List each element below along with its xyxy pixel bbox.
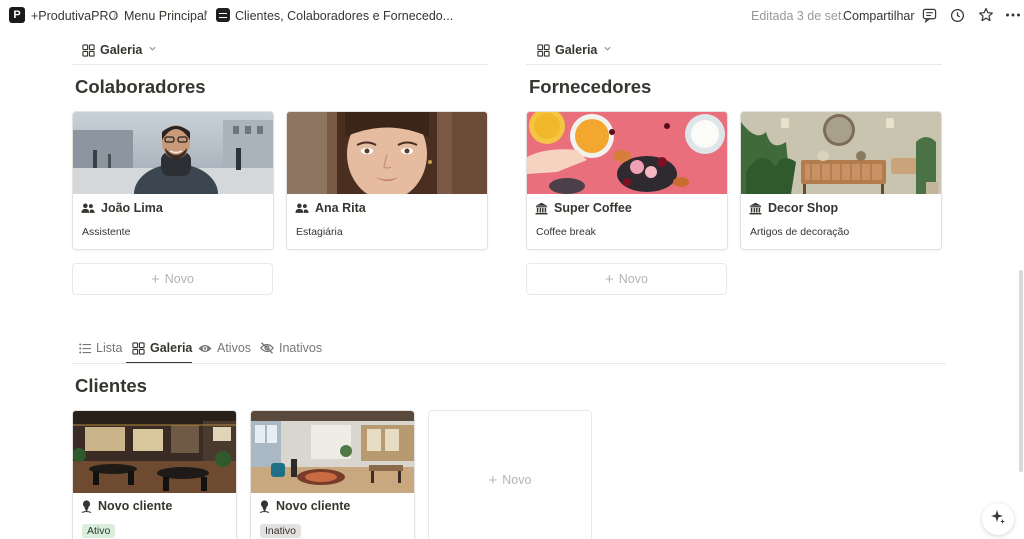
history-clock-icon[interactable] [948,6,966,24]
colaborador-photo [73,112,273,224]
colaborador-name-label: João Lima [101,201,163,215]
tab-inativos[interactable]: Inativos [260,341,322,355]
edited-timestamp: Editada 3 de set. [751,9,845,23]
plus-icon: + [605,270,614,288]
fornecedores-title: Fornecedores [529,76,652,97]
view-label: Galeria [100,43,143,57]
cliente-photo [251,411,414,493]
new-label: Novo [618,272,648,286]
plus-icon: + [488,471,498,489]
bank-building-icon [749,202,762,215]
clientes-new-button[interactable]: + Novo [428,410,592,539]
comments-icon[interactable] [920,6,938,24]
top-bar: P +ProdutivaPRO / Menu Principal / Clien… [0,0,1024,32]
fornecedor-name-label: Super Coffee [554,201,632,215]
cliente-name-label: Novo cliente [276,499,351,513]
status-badge-active: Ativo [82,524,116,538]
share-button[interactable]: Compartilhar [843,9,915,23]
gallery-icon [132,341,145,355]
tab-label: Lista [96,341,123,355]
gallery-icon [82,43,95,57]
eye-off-icon [260,342,274,354]
scrollbar[interactable] [1019,270,1023,472]
bank-building-icon [535,202,548,215]
fornecedor-name: Decor Shop [749,201,838,215]
database-icon [216,8,230,22]
tab-galeria[interactable]: Galeria [132,341,192,355]
tab-label: Ativos [217,341,252,355]
fornecedor-name-label: Decor Shop [768,201,839,215]
tab-lista[interactable]: Lista [79,341,122,355]
status-badge-inactive: Inativo [260,524,301,538]
divider [72,363,946,364]
people-icon [81,202,95,214]
workspace-logo-icon[interactable]: P [9,7,25,23]
person-pin-icon [259,499,270,513]
colaboradores-view-selector[interactable]: Galeria [82,43,157,57]
divider [526,64,942,65]
cliente-card[interactable]: Novo cliente Inativo [250,410,415,539]
breadcrumb-separator: / [204,9,208,23]
clientes-title: Clientes [75,375,147,396]
fornecedor-card[interactable]: Decor Shop Artigos de decoração [740,111,942,250]
fornecedor-photo [741,112,941,194]
plus-icon: + [151,270,160,288]
breadcrumb-current-page[interactable]: Clientes, Colaboradores e Fornecedo... [235,9,453,23]
list-icon [79,343,91,354]
fornecedor-card[interactable]: Super Coffee Coffee break [526,111,728,250]
colaborador-role: Assistente [82,226,131,238]
person-pin-icon [81,499,92,513]
fornecedor-photo [527,112,727,194]
fornecedor-description: Coffee break [536,226,596,238]
divider [72,64,488,65]
cliente-name: Novo cliente [81,499,172,513]
breadcrumb-workspace[interactable]: +ProdutivaPRO [31,9,118,23]
new-label: Novo [502,473,532,487]
chevron-down-icon [603,44,612,56]
fornecedores-new-button[interactable]: + Novo [526,263,727,295]
tab-ativos[interactable]: Ativos [198,341,251,355]
more-icon[interactable] [1004,6,1022,24]
fornecedor-name: Super Coffee [535,201,632,215]
favorite-star-icon[interactable] [977,6,995,24]
gallery-icon [537,43,550,57]
breadcrumb-menu-principal[interactable]: Menu Principal [124,9,207,23]
people-icon [295,202,309,214]
eye-icon [198,343,212,354]
colaborador-role: Estagiária [296,226,343,238]
cliente-name-label: Novo cliente [98,499,173,513]
colaboradores-new-button[interactable]: + Novo [72,263,273,295]
colaborador-name: João Lima [81,201,163,215]
colaborador-name: Ana Rita [295,201,366,215]
colaborador-name-label: Ana Rita [315,201,366,215]
cliente-card[interactable]: Novo cliente Ativo [72,410,237,539]
breadcrumb-separator: / [113,9,117,23]
tab-label: Galeria [150,341,193,355]
ai-assistant-button[interactable] [982,503,1014,535]
colaborador-photo [287,112,487,200]
view-label: Galeria [555,43,598,57]
cliente-name: Novo cliente [259,499,350,513]
sparkle-icon [990,509,1006,530]
new-label: Novo [164,272,194,286]
fornecedor-description: Artigos de decoração [750,226,850,238]
fornecedores-view-selector[interactable]: Galeria [537,43,612,57]
chevron-down-icon [148,44,157,56]
colaborador-card[interactable]: João Lima Assistente [72,111,274,250]
colaboradores-title: Colaboradores [75,76,206,97]
colaborador-card[interactable]: Ana Rita Estagiária [286,111,488,250]
tab-label: Inativos [279,341,323,355]
cliente-photo [73,411,236,493]
